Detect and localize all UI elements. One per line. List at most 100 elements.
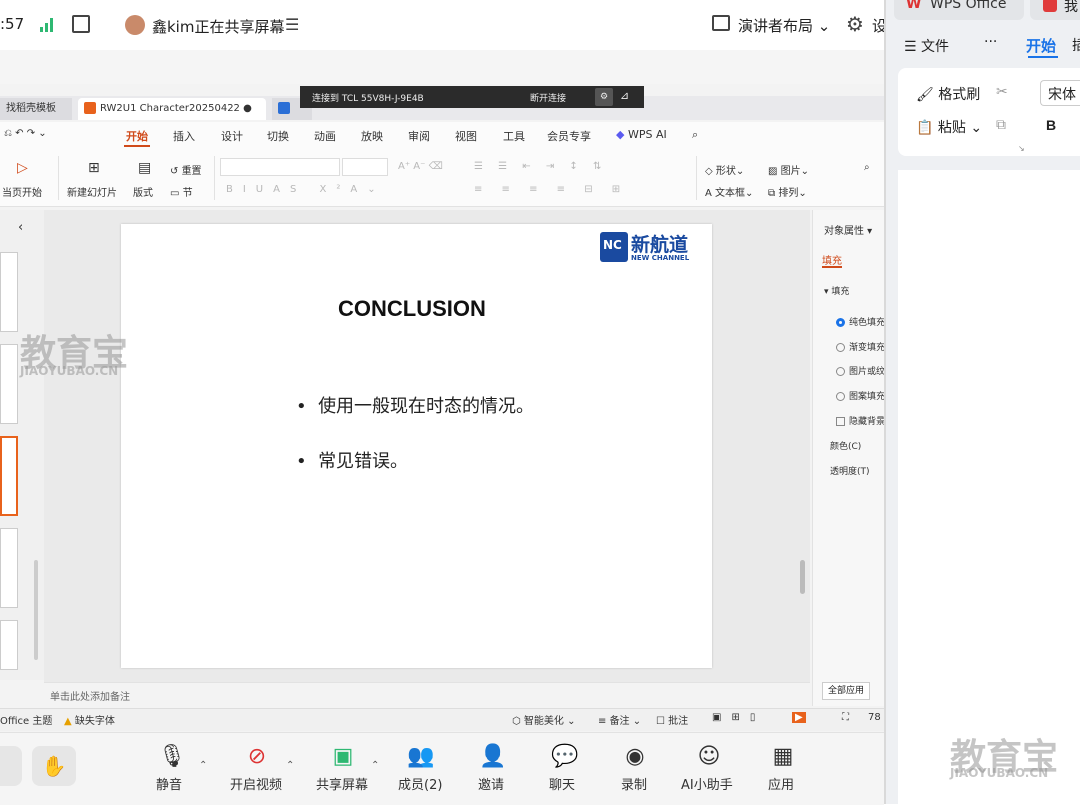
tab-template[interactable]: 找稻壳模板 bbox=[0, 98, 72, 120]
textbox-button[interactable]: A 文本框⌄ bbox=[705, 184, 753, 199]
slide-thumbnail[interactable] bbox=[0, 620, 18, 670]
apps-button[interactable]: 应用 bbox=[768, 774, 794, 793]
chevron-up-icon[interactable]: ⌃ bbox=[286, 760, 294, 771]
chat-icon[interactable]: 💬 bbox=[550, 744, 580, 769]
slide-thumbnail-selected[interactable] bbox=[0, 436, 18, 516]
home-menu[interactable]: 开始 bbox=[1026, 35, 1056, 56]
layout-icon[interactable] bbox=[712, 15, 730, 31]
ribbon-tab-member[interactable]: 会员专享 bbox=[547, 128, 591, 144]
ai-assistant-icon[interactable]: ☺ bbox=[694, 744, 724, 769]
layout-button[interactable]: 版式 bbox=[133, 184, 153, 199]
thumbnail-scrollbar[interactable] bbox=[34, 560, 38, 660]
tab-fill[interactable]: 填充 bbox=[822, 252, 842, 267]
chevron-up-icon[interactable]: ⌃ bbox=[199, 760, 207, 771]
scissors-icon[interactable]: ✂ bbox=[996, 84, 1008, 100]
comment-button[interactable]: ☐ 批注 bbox=[656, 712, 688, 727]
disconnect-button[interactable]: 断开连接 bbox=[530, 91, 566, 104]
notes-area[interactable] bbox=[44, 682, 810, 707]
ribbon-tab-animation[interactable]: 动画 bbox=[314, 128, 336, 144]
slide-thumbnail[interactable] bbox=[0, 528, 18, 608]
mute-button[interactable]: 静音 bbox=[156, 774, 182, 793]
ribbon-tab-view[interactable]: 视图 bbox=[455, 128, 477, 144]
chat-button[interactable]: 聊天 bbox=[549, 774, 575, 793]
share-screen-button[interactable]: 共享屏幕 bbox=[316, 774, 368, 793]
wps-document-area[interactable] bbox=[898, 170, 1080, 804]
apply-all-button[interactable]: 全部应用 bbox=[822, 682, 870, 700]
side-button[interactable] bbox=[0, 746, 22, 786]
raise-hand-icon[interactable]: ✋ bbox=[32, 746, 76, 786]
members-icon[interactable]: 👥 bbox=[406, 744, 436, 769]
gear-icon[interactable]: ⚙ bbox=[846, 12, 864, 36]
video-button[interactable]: 开启视频 bbox=[230, 774, 282, 793]
copy-icon[interactable]: ⧉ bbox=[996, 117, 1006, 133]
screen-share-icon[interactable]: ▣ bbox=[328, 744, 358, 769]
shape-button[interactable]: ◇ 形状⌄ bbox=[705, 162, 744, 177]
zoom-level[interactable]: 78 bbox=[868, 712, 881, 723]
apps-icon[interactable]: ▦ bbox=[768, 744, 798, 769]
microphone-icon[interactable]: 🎙 bbox=[158, 744, 186, 769]
radio-solid-fill[interactable]: 纯色填充 bbox=[836, 315, 885, 328]
ai-assistant-button[interactable]: AI小助手 bbox=[681, 774, 733, 793]
layout-button[interactable]: 演讲者布局 ⌄ bbox=[738, 15, 830, 36]
fit-window-icon[interactable]: ⛶ bbox=[842, 712, 849, 723]
camera-off-icon[interactable]: ⊘ bbox=[242, 744, 272, 769]
expand-icon[interactable]: ↘ bbox=[1018, 144, 1025, 153]
search-icon[interactable]: ⌕ bbox=[692, 128, 698, 142]
network-signal-icon[interactable] bbox=[40, 16, 54, 32]
gear-icon[interactable]: ⚙ bbox=[595, 88, 613, 106]
picture-button[interactable]: ▨ 图片⌄ bbox=[768, 162, 809, 177]
ribbon-tab-review[interactable]: 审阅 bbox=[408, 128, 430, 144]
undo-icon[interactable]: ⎌ ↶ ↷ ⌄ bbox=[4, 128, 47, 139]
paragraph-icons[interactable]: ☰ ☰ ⇤ ⇥ ↕ ⇅ bbox=[474, 161, 607, 172]
invite-button[interactable]: 邀请 bbox=[478, 774, 504, 793]
notes-button[interactable]: ≡ 备注 ⌄ bbox=[598, 712, 641, 727]
align-icons[interactable]: ≡ ≡ ≡ ≡ ⊟ ⊞ bbox=[474, 184, 628, 195]
slide-thumbnail[interactable] bbox=[0, 344, 18, 424]
bold-button[interactable]: B bbox=[1046, 117, 1056, 133]
text-format-icons[interactable]: BIUAS X²A⌄ bbox=[226, 184, 386, 195]
ribbon-tab-tools[interactable]: 工具 bbox=[503, 128, 525, 144]
new-slide-button[interactable]: 新建幻灯片 bbox=[67, 184, 117, 199]
insert-menu[interactable]: 插 bbox=[1072, 35, 1080, 55]
more-menu[interactable]: ··· bbox=[984, 34, 997, 50]
ribbon-tab-transition[interactable]: 切换 bbox=[267, 128, 289, 144]
add-user-icon[interactable]: 👤 bbox=[478, 744, 508, 769]
arrange-button[interactable]: ⧉ 排列⌄ bbox=[768, 184, 807, 199]
slide-thumbnail[interactable] bbox=[0, 252, 18, 332]
slide-bullet[interactable]: • 常见错误。 bbox=[296, 447, 408, 473]
new-slide-icon[interactable]: ⊞ bbox=[88, 160, 100, 176]
radio-pattern-fill[interactable]: 图案填充 bbox=[836, 389, 885, 402]
font-family-select[interactable] bbox=[220, 158, 340, 176]
missing-font-status[interactable]: ▲ 缺失字体 bbox=[64, 712, 115, 727]
record-button[interactable]: 录制 bbox=[621, 774, 647, 793]
ribbon-tab-insert[interactable]: 插入 bbox=[173, 128, 195, 144]
hide-background-checkbox[interactable]: 隐藏背景 bbox=[836, 414, 885, 427]
collapse-chevron-icon[interactable]: ‹ bbox=[18, 220, 23, 235]
layout-icon[interactable]: ▤ bbox=[138, 160, 151, 176]
ribbon-tab-slideshow[interactable]: 放映 bbox=[361, 128, 383, 144]
beautify-button[interactable]: ⬡ 智能美化 ⌄ bbox=[512, 712, 575, 727]
reset-button[interactable]: ↺ 重置 bbox=[170, 162, 202, 177]
font-size-controls[interactable]: A⁺ A⁻ ⌫ bbox=[398, 161, 443, 172]
list-icon[interactable]: ☰ bbox=[285, 15, 299, 34]
radio-gradient-fill[interactable]: 渐变填充 bbox=[836, 340, 885, 353]
slide[interactable] bbox=[121, 224, 712, 668]
pin-icon[interactable]: ⊿ bbox=[620, 89, 629, 102]
chevron-up-icon[interactable]: ⌃ bbox=[371, 760, 379, 771]
record-icon[interactable]: ◉ bbox=[620, 744, 650, 769]
file-menu[interactable]: ☰ 文件 bbox=[904, 36, 949, 56]
play-icon[interactable]: ▷ bbox=[17, 160, 28, 176]
find-icon[interactable]: ⌕ bbox=[864, 162, 870, 173]
external-link-icon[interactable] bbox=[72, 15, 90, 33]
slide-title[interactable]: CONCLUSION bbox=[338, 296, 486, 322]
slideshow-play-icon[interactable]: ▶ bbox=[792, 712, 806, 723]
canvas-scrollbar[interactable] bbox=[800, 560, 805, 594]
format-painter-button[interactable]: 🖌 格式刷 bbox=[916, 84, 980, 104]
tab-presentation[interactable]: RW2U1 Character20250422 ● bbox=[78, 98, 266, 120]
ribbon-tab-wps-ai[interactable]: ◆ WPS AI bbox=[616, 128, 667, 141]
section-button[interactable]: ▭ 节 bbox=[170, 184, 193, 199]
ribbon-tab-design[interactable]: 设计 bbox=[221, 128, 243, 144]
members-button[interactable]: 成员(2) bbox=[398, 774, 442, 793]
fill-section-header[interactable]: ▾ 填充 bbox=[824, 284, 849, 297]
view-mode-icons[interactable]: ▣⊞▯ bbox=[712, 712, 765, 723]
